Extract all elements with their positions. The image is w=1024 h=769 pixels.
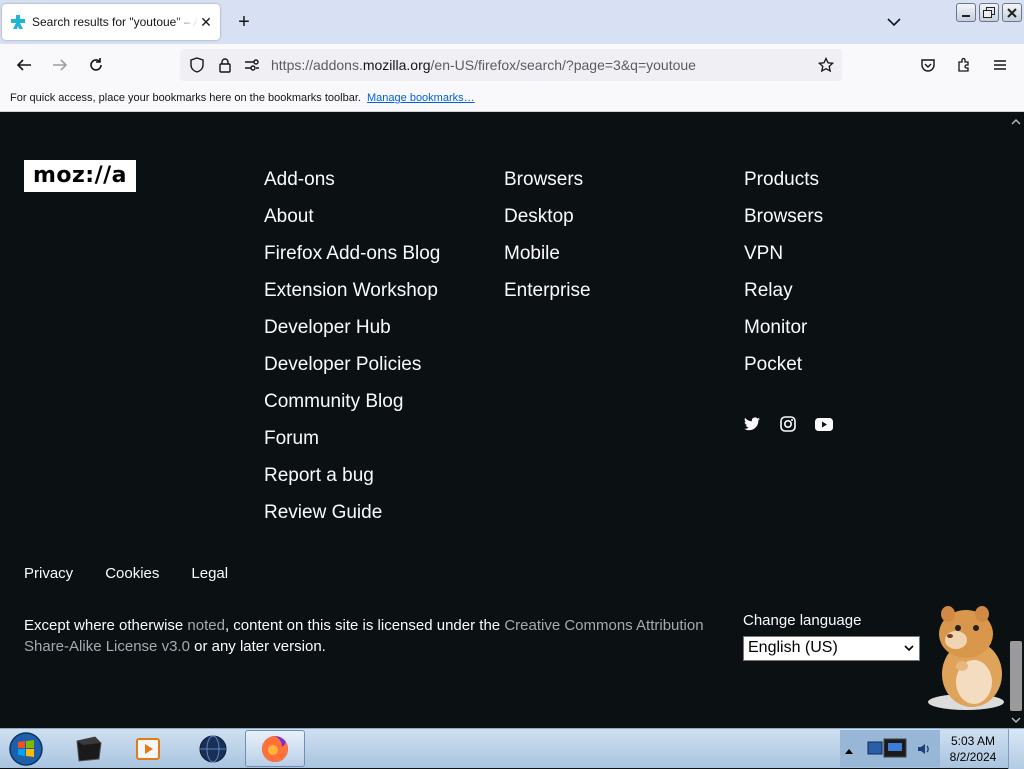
show-desktop-button[interactable]: [1008, 729, 1024, 769]
language-select-value: English (US): [748, 639, 838, 656]
menu-hamburger-icon[interactable]: [988, 53, 1012, 77]
youtube-icon[interactable]: [815, 415, 833, 433]
bookmark-star-icon[interactable]: [818, 57, 834, 73]
instagram-icon[interactable]: [779, 415, 797, 433]
footer-link-products[interactable]: Products: [744, 161, 823, 198]
legal-links: Privacy Cookies Legal: [24, 565, 260, 582]
navigation-toolbar: https://addons.mozilla.org/en-US/firefox…: [0, 44, 1024, 86]
license-text-3: or any later version.: [189, 638, 326, 655]
speaker-icon[interactable]: [916, 741, 932, 762]
show-hidden-icons-icon[interactable]: [844, 742, 854, 760]
start-button[interactable]: [6, 731, 46, 767]
legal-link[interactable]: Legal: [191, 565, 228, 582]
addons-favicon-icon: [10, 14, 26, 30]
footer-link-community-blog[interactable]: Community Blog: [264, 383, 440, 420]
footer-link-monitor[interactable]: Monitor: [744, 309, 823, 346]
license-text-2: , content on this site is licensed under…: [224, 617, 505, 634]
permissions-icon[interactable]: [244, 57, 260, 73]
footer-link-forum[interactable]: Forum: [264, 420, 440, 457]
page-footer: moz://a Add-ons About Firefox Add-ons Bl…: [0, 113, 1008, 728]
lock-icon[interactable]: [217, 57, 233, 73]
footer-link-relay[interactable]: Relay: [744, 272, 823, 309]
cookies-link[interactable]: Cookies: [105, 565, 159, 582]
footer-column-addons: Add-ons About Firefox Add-ons Blog Exten…: [264, 161, 440, 531]
footer-column-browsers: Browsers Desktop Mobile Enterprise: [504, 161, 591, 309]
privacy-link[interactable]: Privacy: [24, 565, 73, 582]
bookmarks-toolbar: For quick access, place your bookmarks h…: [0, 86, 1024, 112]
list-all-tabs-icon[interactable]: [884, 12, 904, 32]
window-minimize-button[interactable]: [956, 3, 976, 22]
footer-link-report-a-bug[interactable]: Report a bug: [264, 457, 440, 494]
footer-column-products: Products Browsers VPN Relay Monitor Pock…: [744, 161, 823, 383]
footer-link-browsers-product[interactable]: Browsers: [744, 198, 823, 235]
tracking-protection-shield-icon[interactable]: [189, 57, 205, 73]
mozilla-logo[interactable]: moz://a: [24, 160, 136, 192]
system-tray: [840, 730, 940, 767]
scrollbar-thumb[interactable]: [1010, 641, 1022, 711]
new-tab-icon[interactable]: +: [234, 12, 254, 32]
hamster-mascot-image: [922, 604, 1008, 712]
taskbar-globe-app-icon[interactable]: [183, 730, 243, 767]
taskbar-terminal-app-icon[interactable]: [58, 730, 118, 767]
tab-search-results[interactable]: Search results for "youtoue" – Add-ons f…: [2, 4, 220, 40]
manage-bookmarks-link[interactable]: Manage bookmarks…: [367, 92, 475, 104]
footer-link-enterprise[interactable]: Enterprise: [504, 272, 591, 309]
change-language-label: Change language: [743, 612, 862, 629]
footer-link-developer-policies[interactable]: Developer Policies: [264, 346, 440, 383]
footer-link-browsers[interactable]: Browsers: [504, 161, 591, 198]
footer-link-about[interactable]: About: [264, 198, 440, 235]
taskbar-firefox-icon[interactable]: [245, 730, 305, 767]
bookmarks-toolbar-message: For quick access, place your bookmarks h…: [10, 92, 361, 104]
footer-link-pocket[interactable]: Pocket: [744, 346, 823, 383]
footer-link-desktop[interactable]: Desktop: [504, 198, 591, 235]
clock-date: 8/2/2024: [949, 750, 997, 764]
page-scrollbar[interactable]: [1008, 113, 1024, 728]
pocket-icon[interactable]: [916, 53, 940, 77]
license-notice: Except where otherwise noted, content on…: [24, 615, 724, 657]
close-tab-icon[interactable]: ✕: [198, 14, 214, 30]
footer-link-vpn[interactable]: VPN: [744, 235, 823, 272]
chevron-down-icon: [903, 641, 915, 655]
reload-icon[interactable]: [84, 53, 108, 77]
twitter-icon[interactable]: [743, 415, 761, 433]
url-text[interactable]: https://addons.mozilla.org/en-US/firefox…: [271, 57, 696, 73]
windows-taskbar: 5:03 AM 8/2/2024: [0, 728, 1024, 769]
footer-link-extension-workshop[interactable]: Extension Workshop: [264, 272, 440, 309]
extensions-icon[interactable]: [952, 53, 976, 77]
window-close-button[interactable]: [1002, 3, 1022, 22]
tab-strip: Search results for "youtoue" – Add-ons f…: [0, 0, 1024, 44]
window-restore-button[interactable]: [979, 3, 999, 22]
address-bar[interactable]: https://addons.mozilla.org/en-US/firefox…: [180, 49, 842, 81]
footer-link-firefox-addons-blog[interactable]: Firefox Add-ons Blog: [264, 235, 440, 272]
taskbar-clock[interactable]: 5:03 AM 8/2/2024: [940, 733, 1006, 765]
footer-link-review-guide[interactable]: Review Guide: [264, 494, 440, 531]
tab-title: Search results for "youtoue" – Add-ons f…: [32, 15, 198, 29]
forward-icon[interactable]: [48, 53, 72, 77]
footer-link-addons[interactable]: Add-ons: [264, 161, 440, 198]
social-links: [743, 415, 851, 433]
taskbar-media-player-icon[interactable]: [118, 730, 178, 767]
back-icon[interactable]: [12, 53, 36, 77]
scroll-down-arrow-icon[interactable]: [1011, 715, 1021, 725]
language-select[interactable]: English (US): [743, 636, 920, 661]
network-icon[interactable]: [866, 736, 910, 767]
scroll-up-arrow-icon[interactable]: [1011, 116, 1021, 126]
clock-time: 5:03 AM: [950, 734, 996, 748]
noted-link[interactable]: noted: [187, 617, 225, 634]
footer-link-mobile[interactable]: Mobile: [504, 235, 591, 272]
license-text-1: Except where otherwise: [24, 617, 188, 634]
footer-link-developer-hub[interactable]: Developer Hub: [264, 309, 440, 346]
